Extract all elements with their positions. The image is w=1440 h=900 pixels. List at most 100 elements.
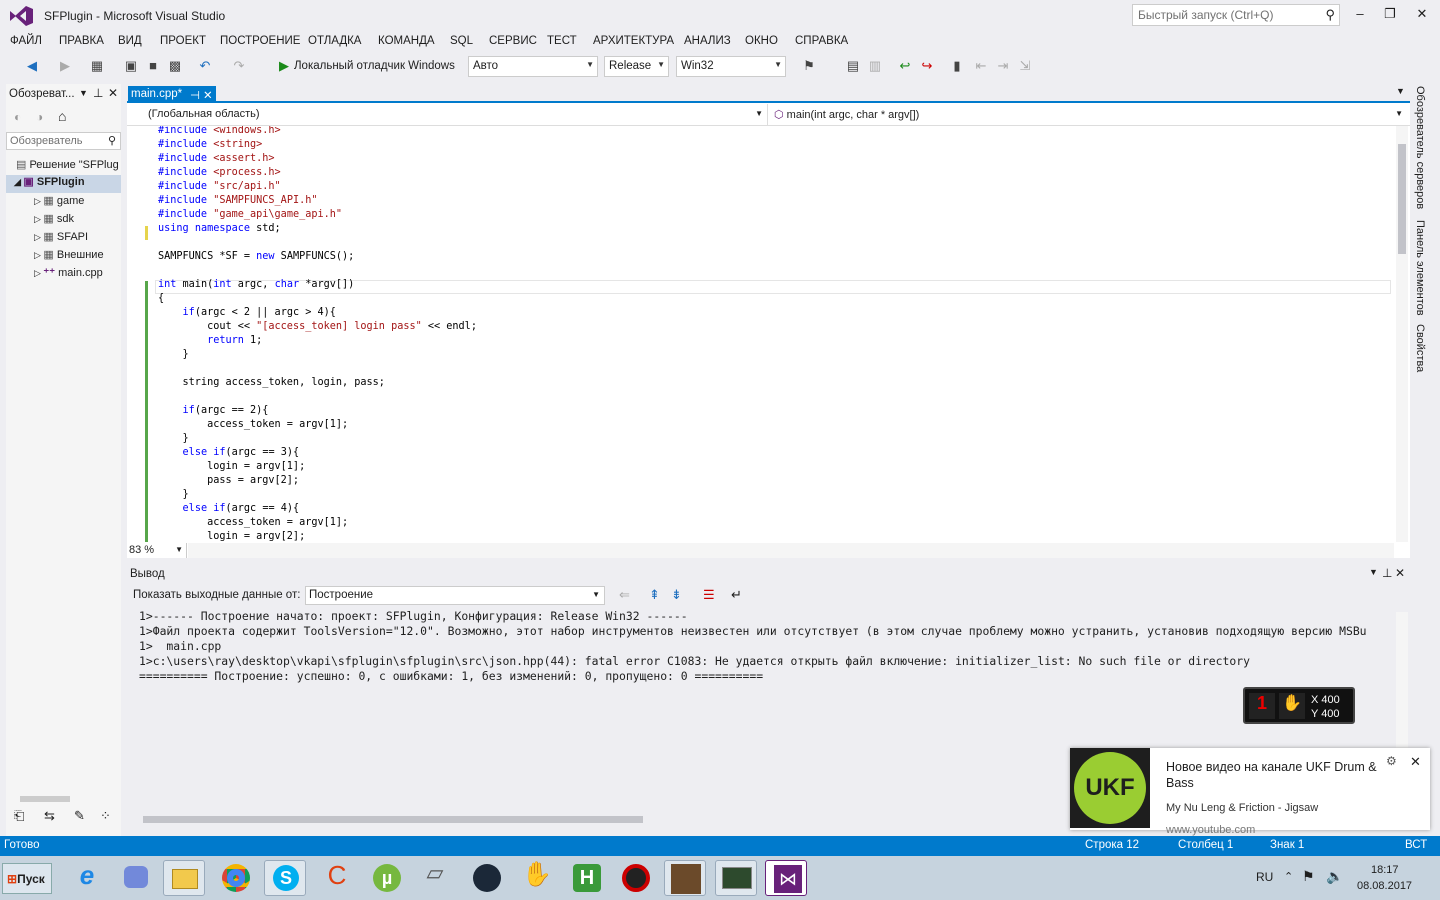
action-center-icon[interactable]: ⚑ (1302, 868, 1315, 885)
maximize-button[interactable]: ❐ (1380, 6, 1400, 24)
close-icon[interactable]: ✕ (1395, 566, 1405, 580)
close-icon[interactable]: ✕ (203, 88, 213, 102)
tree-item-solution[interactable]: ▤ Решение "SFPlug (16, 158, 119, 176)
menu-analyze[interactable]: АНАЛИЗ (684, 35, 731, 47)
open-icon[interactable]: ▣ (122, 57, 140, 75)
menu-edit[interactable]: ПРАВКА (59, 35, 104, 47)
bookmark-icon[interactable]: ▮ (948, 57, 966, 75)
pin-icon[interactable]: ⊣ (190, 88, 200, 102)
menu-build[interactable]: ПОСТРОЕНИЕ (220, 35, 300, 47)
chrome-icon[interactable] (214, 860, 256, 896)
solution-config-select[interactable]: Авто ▼ (468, 56, 598, 77)
clear-all-icon[interactable]: ☰ (703, 587, 715, 603)
menu-tools[interactable]: СЕРВИС (489, 35, 537, 47)
build-config-select[interactable]: Release ▼ (604, 56, 669, 77)
hamachi-icon[interactable]: H (565, 860, 607, 896)
skype-icon[interactable]: S (264, 860, 306, 896)
preview-icon[interactable]: ⁘ (100, 808, 111, 824)
volume-icon[interactable]: 🔈 (1326, 868, 1343, 885)
goto-message-icon[interactable]: ⇐ (619, 587, 630, 603)
next-message-icon[interactable]: ⇟ (671, 587, 682, 603)
clear-bookmarks-icon[interactable]: ⇲ (1016, 57, 1034, 75)
bloody-mouse-icon[interactable]: ✋ (516, 860, 558, 896)
utorrent-icon[interactable]: µ (365, 860, 407, 896)
sync-icon[interactable]: ⎗ (14, 808, 24, 824)
ccleaner-icon[interactable]: C (316, 860, 358, 896)
properties-icon[interactable]: ✎ (74, 808, 85, 824)
properties-tab[interactable]: Свойства (1414, 324, 1426, 372)
tree-item-project[interactable]: ◢ ▣ SFPlugin (6, 175, 121, 193)
add-breakpoint-icon[interactable]: ↩ (896, 57, 914, 75)
output-source-select[interactable]: Построение ▼ (305, 586, 605, 605)
toast-notification[interactable]: UKF Новое видео на канале UKF Drum & Bas… (1070, 748, 1430, 836)
tab-main-cpp[interactable]: main.cpp* ⊣ ✕ (128, 86, 216, 103)
language-indicator[interactable]: RU (1256, 870, 1273, 884)
minimize-button[interactable]: – (1350, 6, 1370, 24)
remove-breakpoint-icon[interactable]: ↪ (918, 57, 936, 75)
next-bookmark-icon[interactable]: ⇥ (994, 57, 1012, 75)
menu-debug[interactable]: ОТЛАДКА (308, 35, 361, 47)
menu-window[interactable]: ОКНО (745, 35, 778, 47)
start-debugger-button[interactable]: Локальный отладчик Windows (294, 57, 462, 75)
code-area[interactable]: #include <windows.h> #include <string> #in… (127, 126, 1395, 542)
back-icon[interactable]: ◀ (22, 57, 42, 75)
menu-file[interactable]: ФАЙЛ (10, 35, 42, 47)
pin-icon[interactable]: ⊥ (93, 86, 103, 100)
find-icon[interactable]: ⚑ (800, 57, 818, 75)
game-icon[interactable] (664, 860, 706, 896)
record-app-icon[interactable] (614, 860, 656, 896)
prev-bookmark-icon[interactable]: ⇤ (972, 57, 990, 75)
forward-icon[interactable]: ◑ (36, 110, 43, 124)
close-icon[interactable]: ✕ (1410, 754, 1421, 770)
file-explorer-icon[interactable] (163, 860, 205, 896)
switch-views-icon[interactable]: ⇆ (44, 808, 55, 824)
platform-select[interactable]: Win32 ▼ (676, 56, 786, 77)
start-button[interactable]: ⊞Пуск (2, 863, 52, 894)
tray-expand-icon[interactable]: ⌃ (1284, 870, 1293, 883)
save-all-icon[interactable]: ▩ (166, 57, 184, 75)
tree-item-main-cpp[interactable]: ▷ ⁺⁺ main.cpp (34, 266, 103, 284)
scope-select[interactable]: (Глобальная область) ▼ (145, 106, 767, 124)
clock-time[interactable]: 18:17 (1371, 864, 1399, 876)
gear-icon[interactable]: ⚙ (1386, 754, 1397, 768)
usb-drive-icon[interactable]: ▱ (414, 860, 456, 896)
start-debug-icon[interactable]: ▶ (276, 57, 292, 75)
chevron-down-icon[interactable]: ▼ (79, 88, 88, 98)
tree-item-external[interactable]: ▷ ▦ Внешние (34, 248, 104, 266)
prev-message-icon[interactable]: ⇞ (649, 587, 660, 603)
tree-item-sdk[interactable]: ▷ ▦ sdk (34, 212, 74, 230)
scrollbar-thumb[interactable] (1398, 144, 1406, 254)
clock-date[interactable]: 08.08.2017 (1357, 880, 1412, 892)
menu-view[interactable]: ВИД (118, 35, 142, 47)
chevron-down-icon[interactable]: ▼ (1396, 86, 1405, 96)
pin-icon[interactable]: ⊥ (1382, 566, 1392, 580)
vertical-scrollbar[interactable] (1396, 126, 1408, 542)
copy-icon[interactable]: ▥ (866, 57, 884, 75)
steam-icon[interactable] (465, 860, 507, 896)
menu-help[interactable]: СПРАВКА (795, 35, 848, 47)
close-button[interactable]: ✕ (1412, 6, 1432, 24)
menu-test[interactable]: ТЕСТ (547, 35, 577, 47)
menu-sql[interactable]: SQL (450, 35, 473, 47)
back-icon[interactable]: ◐ (14, 110, 21, 124)
menu-architecture[interactable]: АРХИТЕКТУРА (593, 35, 674, 47)
visual-studio-taskbar-icon[interactable]: ⋈ (765, 860, 807, 896)
tree-item-sfapi[interactable]: ▷ ▦ SFAPI (34, 230, 88, 248)
save-icon[interactable]: ■ (144, 57, 162, 75)
menu-project[interactable]: ПРОЕКТ (160, 35, 206, 47)
new-project-icon[interactable]: ▦ (88, 57, 106, 75)
toolbox-tab[interactable]: Панель элементов (1414, 220, 1426, 316)
zoom-select[interactable]: 83 % ▼ (127, 543, 187, 558)
word-wrap-icon[interactable]: ↵ (731, 587, 742, 603)
output-horizontal-scrollbar[interactable] (143, 816, 643, 823)
horizontal-scrollbar[interactable] (188, 543, 1394, 558)
home-icon[interactable]: ⌂ (58, 108, 66, 124)
menu-team[interactable]: КОМАНДА (378, 35, 435, 47)
discord-icon[interactable] (115, 860, 157, 896)
chevron-down-icon[interactable]: ▼ (1369, 567, 1378, 577)
tree-item-game[interactable]: ▷ ▦ game (34, 194, 84, 212)
server-explorer-tab[interactable]: Обозреватель серверов (1414, 86, 1426, 209)
function-select[interactable]: ⬡ main(int argc, char * argv[]) ▼ (771, 106, 1407, 124)
close-icon[interactable]: ✕ (108, 86, 118, 100)
horizontal-scrollbar[interactable] (20, 796, 70, 802)
